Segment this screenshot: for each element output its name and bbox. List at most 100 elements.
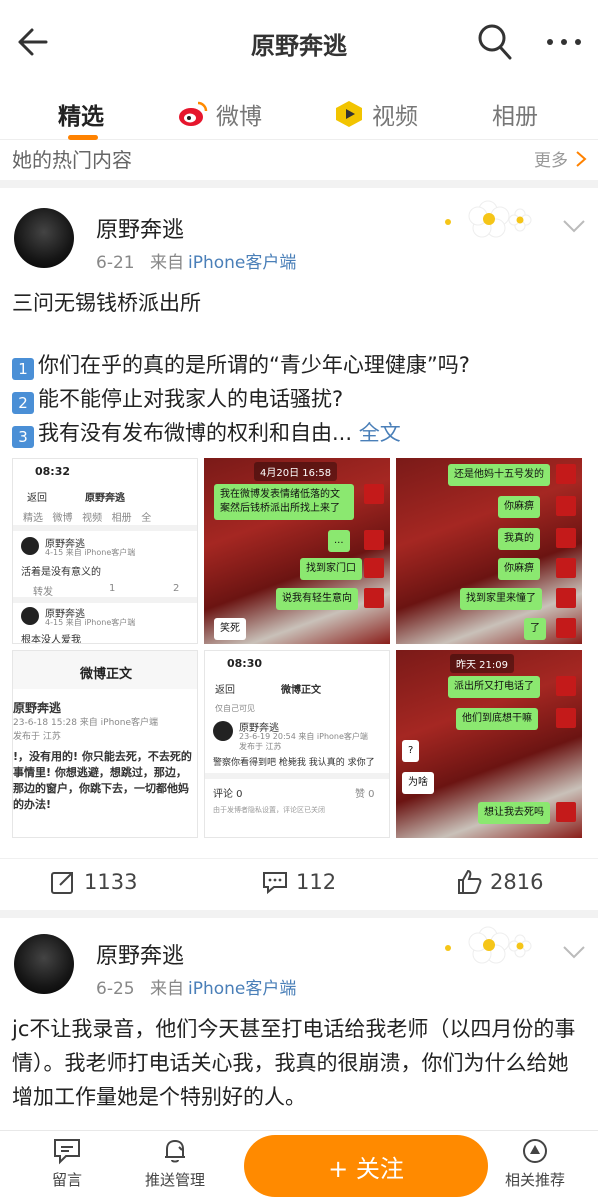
mini-meta: 4-15 来自 iPhone客户端 [45, 548, 136, 557]
chevron-down-icon[interactable] [560, 216, 588, 236]
more-options-icon[interactable] [544, 30, 584, 54]
chat-avatar [364, 530, 384, 550]
chat-bubble: 笑死 [214, 618, 246, 640]
message-button[interactable]: 留言 [22, 1137, 112, 1190]
post-source[interactable]: iPhone客户端 [188, 253, 296, 273]
message-icon [54, 1139, 80, 1165]
chat-avatar [556, 708, 576, 728]
tab-album-label: 相册 [492, 104, 538, 130]
avatar[interactable] [14, 934, 74, 994]
chat-bubble: 我在微博发表情绪低落的文案然后钱桥派出所找上来了 [214, 484, 354, 520]
chevron-down-icon[interactable] [560, 942, 588, 962]
mini-body-title: 微博正文 [79, 667, 132, 682]
chat-bubble: 为啥 [402, 772, 434, 794]
top-bar: 原野奔逃 [0, 0, 598, 84]
repost-button[interactable]: 1133 [50, 869, 137, 895]
chat-bubble: ? [402, 740, 420, 762]
comment-icon [263, 872, 287, 895]
post-from: 来自 [150, 979, 184, 999]
post-image-4[interactable]: 微博正文 原野奔逃 23-6-18 15:28 来自 iPhone客户端 发布于… [12, 650, 198, 838]
mini-location: 发布于 江苏 [239, 742, 282, 751]
avatar[interactable] [14, 208, 74, 268]
chat-bubble: 还是他妈十五号发的 [448, 464, 550, 486]
avatar [213, 721, 233, 741]
push-settings-button[interactable]: 推送管理 [130, 1137, 220, 1190]
post-card: 原野奔逃 6-21 来自 iPhone客户端 三问无锡钱桥派出所 1 你们在乎的真的… [0, 188, 598, 910]
tab-weibo[interactable]: 微博 [178, 94, 262, 134]
chat-avatar [556, 588, 576, 608]
post-card: 原野奔逃 6-25 来自 iPhone客户端 jc不让我录音，他们今天甚至打电话给… [0, 918, 598, 1140]
flower-decoration-icon [445, 926, 532, 964]
comment-count: 112 [296, 870, 337, 894]
related-recommendations-button[interactable]: 相关推荐 [490, 1137, 580, 1190]
mini-text: !，没有用的! 你只能去死，不去死的事情里! 你想逃避，想跳过，那边，那边的窗户… [13, 750, 192, 811]
post-username[interactable]: 原野奔逃 [96, 938, 184, 970]
chat-avatar [556, 496, 576, 516]
full-text-link[interactable]: 全文 [359, 421, 401, 445]
mini-tabs: 精选 微博 视频 相册 全 [23, 513, 152, 524]
post-image-1[interactable]: 08:32 返回 原野奔逃 精选 微博 视频 相册 全 原野奔逃 4-15 来自… [12, 458, 198, 644]
chat-avatar [556, 464, 576, 484]
mini-likes: 赞 0 [355, 789, 375, 800]
mini-text: 根本没人爱我 [21, 635, 81, 644]
tab-featured[interactable]: 精选 [58, 94, 104, 140]
search-icon[interactable] [476, 22, 514, 62]
chat-bubble: 你麻痹 [498, 558, 540, 580]
number-3-icon: 3 [12, 426, 34, 448]
chevron-right-icon [576, 150, 587, 167]
mini-location: 发布于 江苏 [13, 732, 61, 742]
mini-like: 2 [173, 583, 180, 594]
profile-tabs: 精选 微博 视频 相册 [0, 84, 598, 140]
post-question: 能不能停止对我家人的电话骚扰? [38, 387, 344, 411]
comment-button[interactable]: 112 [262, 869, 336, 895]
chat-avatar [556, 676, 576, 696]
hot-more-link[interactable]: 更多 [534, 146, 588, 171]
post-source[interactable]: iPhone客户端 [188, 979, 296, 999]
chat-avatar [364, 558, 384, 578]
mini-comment: 1 [109, 583, 116, 594]
mini-text: 警察你看得到吧 枪毙我 我认真的 求你了 [213, 758, 375, 768]
post-image-5[interactable]: 08:30 返回 微博正文 仅自己可见 原野奔逃 23-6-19 20:54 来… [204, 650, 390, 838]
post-image-3[interactable]: 还是他妈十五号发的 你麻痹 我真的 你麻痹 找到家里来憧了 了 [396, 458, 582, 644]
tab-featured-label: 精选 [58, 104, 104, 130]
video-icon [336, 101, 362, 127]
chat-bubble: 派出所又打电话了 [448, 676, 540, 698]
post-image-2[interactable]: 4月20日 16:58 我在微博发表情绪低落的文案然后钱桥派出所找上来了 ...… [204, 458, 390, 644]
chat-bubble: ... [328, 530, 350, 552]
number-2-icon: 2 [12, 392, 34, 414]
post-line: 三问无锡钱桥派出所 [12, 291, 201, 315]
tab-video-label: 视频 [372, 104, 418, 130]
post-body: jc不让我录音，他们今天甚至打电话给我老师（以四月份的事情）。我老师打电话关心我… [12, 1017, 576, 1109]
weibo-logo-icon [179, 101, 208, 126]
divider [13, 525, 197, 531]
bell-icon [165, 1139, 185, 1163]
chat-avatar [556, 558, 576, 578]
mini-text: 活着是没有意义的 [21, 567, 101, 578]
like-button[interactable]: 2816 [456, 869, 543, 895]
post-meta: 6-25 来自 iPhone客户端 [96, 974, 296, 999]
divider [13, 597, 197, 603]
mini-title: 原野奔逃 [85, 493, 125, 504]
chat-bubble: 他们到底想干嘛 [456, 708, 538, 730]
chat-bubble: 找到家门口 [300, 558, 362, 580]
tab-album[interactable]: 相册 [492, 94, 538, 134]
mini-back: 返回 [215, 685, 235, 696]
tab-weibo-label: 微博 [216, 104, 262, 130]
flower-decoration-icon [445, 200, 532, 238]
post-date: 6-25 [96, 979, 135, 999]
chat-avatar [556, 802, 576, 822]
chat-bubble: 找到家里来憧了 [460, 588, 542, 610]
chat-timestamp: 昨天 21:09 [450, 654, 514, 673]
post-username[interactable]: 原野奔逃 [96, 212, 184, 244]
mini-visibility: 仅自己可见 [215, 704, 255, 713]
hot-more-label: 更多 [534, 151, 568, 171]
post-line: 2 能不能停止对我家人的电话骚扰? [12, 382, 588, 416]
compass-icon [523, 1139, 547, 1163]
post-image-6[interactable]: 昨天 21:09 派出所又打电话了 他们到底想干嘛 ? 为啥 想让我去死吗 [396, 650, 582, 838]
tab-video[interactable]: 视频 [334, 94, 418, 134]
chat-bubble: 想让我去死吗 [478, 802, 550, 824]
thumbs-up-icon [458, 869, 482, 894]
post-actions: 1133 112 2816 [0, 858, 598, 904]
follow-button[interactable]: + 关注 [244, 1135, 488, 1197]
post-question: 我有没有发布微博的权利和自由... [38, 421, 353, 445]
